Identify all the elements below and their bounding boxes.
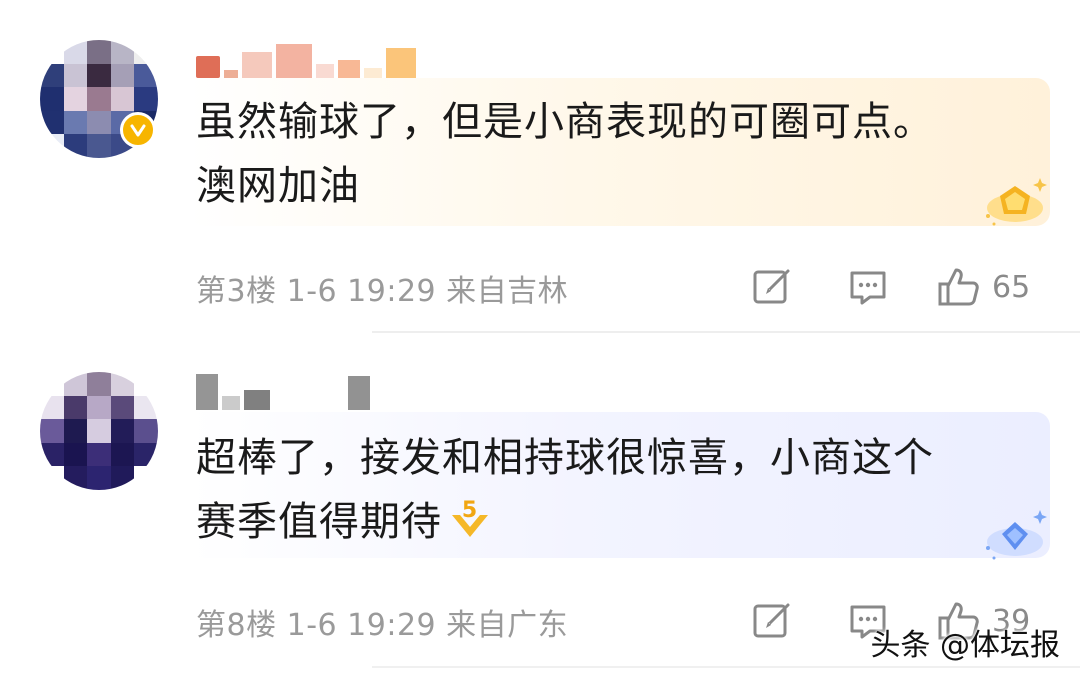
edit-button[interactable] [750,262,794,312]
comment-text: 超棒了，接发和相持球很惊喜，小商这个 赛季值得期待 5 [196,426,1026,554]
comment-text: 虽然输球了，但是小商表现的可圈可点。 澳网加油 [196,90,1026,218]
edit-icon [753,603,790,638]
thumbs-up-icon [938,268,979,306]
comment-icon [850,271,886,305]
edit-button[interactable] [750,596,794,646]
comment-list: 虽然输球了，但是小商表现的可圈可点。 澳网加油 第3楼 1-6 19:29 来自… [0,0,1080,680]
medal-icon [980,506,1050,566]
comment-text-span: 赛季值得期待 [196,499,442,545]
divider [372,331,1080,333]
svg-text:5: 5 [462,498,478,523]
comment-text-line: 澳网加油 [196,163,360,209]
comment-text-line: 虽然输球了，但是小商表现的可圈可点。 [196,99,934,145]
edit-icon [753,269,790,304]
comment-actions: 65 [750,262,1050,312]
comment-item: 虽然输球了，但是小商表现的可圈可点。 澳网加油 第3楼 1-6 19:29 来自… [0,0,1080,334]
avatar[interactable] [40,372,158,490]
comment-meta: 第3楼 1-6 19:29 来自吉林 [196,274,569,309]
medal-icon [980,172,1050,232]
username-blurred[interactable] [196,370,370,410]
like-count: 65 [992,269,1031,305]
comment-text-line: 超棒了，接发和相持球很惊喜，小商这个 [196,435,934,481]
comment-meta: 第8楼 1-6 19:29 来自广东 [196,608,569,643]
like-button[interactable]: 65 [936,262,1030,312]
username-blurred[interactable] [196,38,416,78]
number-five-emoji-icon: 5 [452,498,488,537]
reply-button[interactable] [846,262,890,312]
watermark: 头条 @体坛报 [870,628,1060,663]
comment-text-line: 赛季值得期待 5 [196,490,1026,554]
divider [372,666,1080,668]
verified-v-icon [120,112,156,148]
